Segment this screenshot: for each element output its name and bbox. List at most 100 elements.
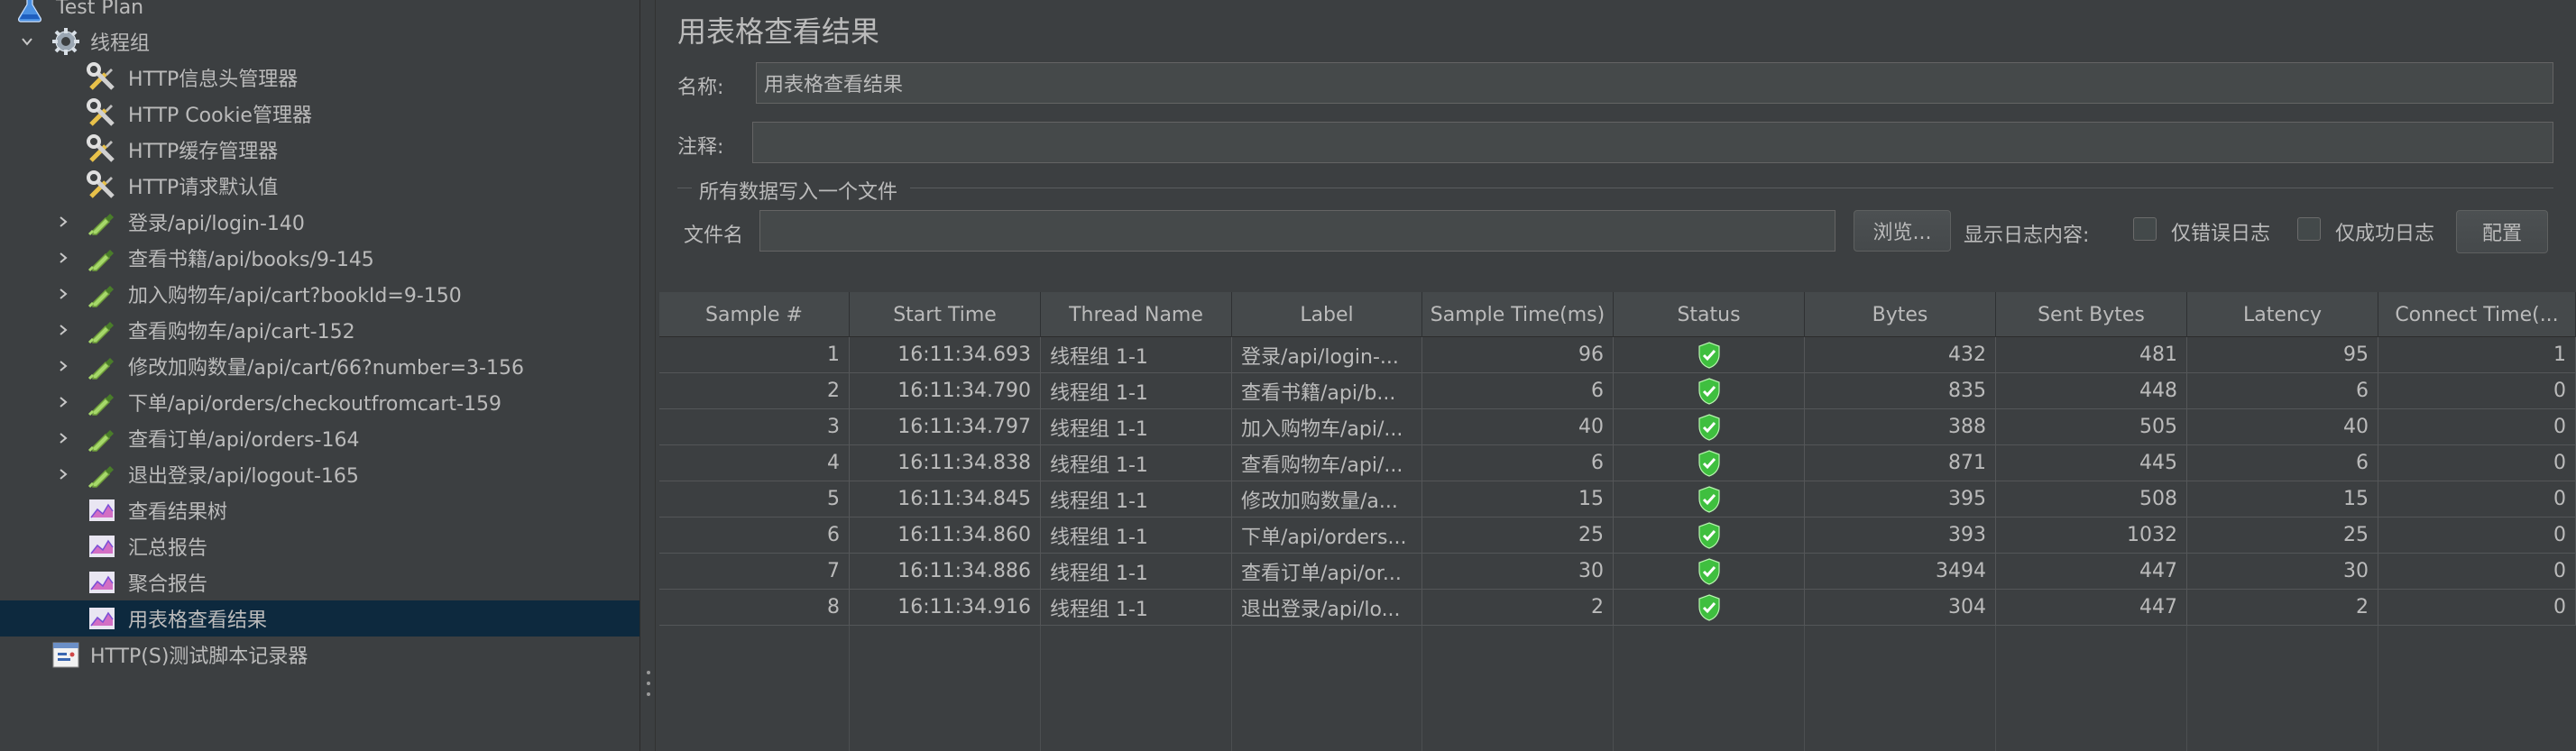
tree-item-request-defaults[interactable]: HTTP请求默认值 (0, 168, 639, 204)
column-header-status[interactable]: Status (1614, 292, 1805, 337)
pipette-icon (85, 385, 119, 419)
tree-item-label: 修改加购数量/api/cart/66?number=3-156 (128, 357, 524, 380)
tree-item-sampler-update-qty[interactable]: 修改加购数量/api/cart/66?number=3-156 (0, 348, 639, 384)
tree-item-sampler-logout[interactable]: 退出登录/api/logout-165 (0, 456, 639, 492)
chevron-right-icon[interactable] (54, 393, 72, 411)
cell-sample: 2 (659, 373, 850, 409)
tree-item-script-recorder[interactable]: HTTP(S)测试脚本记录器 (0, 637, 639, 673)
cell-start-time: 16:11:34.693 (850, 337, 1041, 373)
cell-sample: 4 (659, 445, 850, 481)
comment-field[interactable] (752, 122, 2553, 163)
column-header-sent-bytes[interactable]: Sent Bytes (1996, 292, 2187, 337)
cell-sent-bytes: 508 (1996, 481, 2187, 517)
cell-start-time: 16:11:34.886 (850, 554, 1041, 590)
graph-icon (85, 493, 119, 527)
column-header-latency[interactable]: Latency (2187, 292, 2378, 337)
chevron-down-icon[interactable] (18, 32, 36, 50)
tree-item-view-results-tree[interactable]: 查看结果树 (0, 492, 639, 528)
table-row[interactable]: 6 16:11:34.860 线程组 1-1 下单/api/orders... 25 39… (659, 517, 2576, 554)
tree-item-label: 登录/api/login-140 (128, 213, 305, 235)
chevron-right-icon[interactable] (54, 213, 72, 231)
table-row[interactable]: 3 16:11:34.797 线程组 1-1 加入购物车/api/... 40 388 50… (659, 409, 2576, 445)
cell-latency: 6 (2187, 445, 2378, 481)
chevron-right-icon[interactable] (54, 285, 72, 303)
browse-button[interactable]: 浏览... (1854, 210, 1951, 252)
column-header-connect-time[interactable]: Connect Time(... (2378, 292, 2576, 337)
cell-status (1614, 409, 1805, 445)
tree-item-sampler-login[interactable]: 登录/api/login-140 (0, 204, 639, 240)
chevron-right-icon[interactable] (54, 465, 72, 483)
tree-item-label: 查看购物车/api/cart-152 (128, 321, 355, 343)
tree-item-sampler-orders[interactable]: 查看订单/api/orders-164 (0, 420, 639, 456)
flask-icon (13, 0, 47, 24)
tree-item-cookie-manager[interactable]: HTTP Cookie管理器 (0, 96, 639, 132)
filename-field[interactable] (759, 210, 1835, 252)
tree-item-view-results-table[interactable]: 用表格查看结果 (0, 600, 639, 637)
page-title: 用表格查看结果 (677, 14, 880, 49)
table-row[interactable]: 1 16:11:34.693 线程组 1-1 登录/api/login-... 96 43… (659, 337, 2576, 373)
splitter-handle[interactable] (639, 0, 656, 751)
table-row[interactable]: 5 16:11:34.845 线程组 1-1 修改加购数量/a... 15 395 508 1… (659, 481, 2576, 517)
wrench-screwdriver-icon (85, 60, 119, 95)
tree-item-cache-manager[interactable]: HTTP缓存管理器 (0, 132, 639, 168)
name-field[interactable]: 用表格查看结果 (756, 62, 2553, 104)
chevron-right-icon[interactable] (54, 357, 72, 375)
table-row[interactable]: 7 16:11:34.886 线程组 1-1 查看订单/api/or... 30 3494… (659, 554, 2576, 590)
tree-item-label: 查看结果树 (128, 501, 228, 524)
column-header-sample-time[interactable]: Sample Time(ms) (1422, 292, 1614, 337)
cell-status (1614, 337, 1805, 373)
cell-label: 修改加购数量/a... (1232, 481, 1422, 517)
table-body: 1 16:11:34.693 线程组 1-1 登录/api/login-... 96 43… (659, 337, 2576, 626)
table-row[interactable]: 4 16:11:34.838 线程组 1-1 查看购物车/api/... 6 871 445… (659, 445, 2576, 481)
cell-thread-name: 线程组 1-1 (1041, 373, 1232, 409)
success-only-checkbox[interactable] (2297, 217, 2321, 241)
cell-sample: 3 (659, 409, 850, 445)
tree-item-label: HTTP(S)测试脚本记录器 (90, 646, 308, 668)
tree-item-summary-report[interactable]: 汇总报告 (0, 528, 639, 564)
cell-latency: 40 (2187, 409, 2378, 445)
cell-bytes: 835 (1805, 373, 1996, 409)
column-header-sample[interactable]: Sample # (659, 292, 850, 337)
cell-sent-bytes: 447 (1996, 554, 2187, 590)
column-header-start-time[interactable]: Start Time (850, 292, 1041, 337)
cell-sample: 5 (659, 481, 850, 517)
cell-sample-time: 6 (1422, 445, 1614, 481)
wrench-screwdriver-icon (85, 133, 119, 167)
tree-item-sampler-add-cart[interactable]: 加入购物车/api/cart?bookId=9-150 (0, 276, 639, 312)
cell-sample: 7 (659, 554, 850, 590)
filename-label: 文件名 (684, 224, 744, 247)
column-header-bytes[interactable]: Bytes (1805, 292, 1996, 337)
chevron-right-icon[interactable] (54, 321, 72, 339)
chevron-right-icon[interactable] (54, 249, 72, 267)
tree-item-sampler-view-cart[interactable]: 查看购物车/api/cart-152 (0, 312, 639, 348)
tree-item-thread-group[interactable]: 线程组 (0, 23, 639, 60)
cell-latency: 25 (2187, 517, 2378, 554)
cell-bytes: 393 (1805, 517, 1996, 554)
cell-thread-name: 线程组 1-1 (1041, 337, 1232, 373)
column-header-label[interactable]: Label (1232, 292, 1422, 337)
tree-item-test-plan[interactable]: Test Plan (0, 0, 639, 25)
cell-sample-time: 25 (1422, 517, 1614, 554)
configure-button[interactable]: 配置 (2456, 210, 2548, 253)
table-row[interactable]: 8 16:11:34.916 线程组 1-1 退出登录/api/lo... 2 304 44… (659, 590, 2576, 626)
column-divider (1804, 626, 1805, 751)
graph-icon (85, 529, 119, 563)
pipette-icon (85, 457, 119, 491)
success-only-label: 仅成功日志 (2335, 223, 2435, 245)
cell-thread-name: 线程组 1-1 (1041, 445, 1232, 481)
errors-only-checkbox[interactable] (2133, 217, 2157, 241)
tree-item-header-manager[interactable]: HTTP信息头管理器 (0, 60, 639, 96)
tree-item-sampler-checkout[interactable]: 下单/api/orders/checkoutfromcart-159 (0, 384, 639, 420)
shield-check-icon (1697, 413, 1721, 441)
tree-item-aggregate-report[interactable]: 聚合报告 (0, 564, 639, 600)
cell-status (1614, 590, 1805, 626)
shield-check-icon (1697, 449, 1721, 477)
shield-check-icon (1697, 521, 1721, 549)
table-row[interactable]: 2 16:11:34.790 线程组 1-1 查看书籍/api/b... 6 835 448… (659, 373, 2576, 409)
column-header-thread-name[interactable]: Thread Name (1041, 292, 1232, 337)
tree-item-label: 查看订单/api/orders-164 (128, 429, 360, 452)
cell-label: 查看书籍/api/b... (1232, 373, 1422, 409)
chevron-right-icon[interactable] (54, 429, 72, 447)
tree-item-sampler-books[interactable]: 查看书籍/api/books/9-145 (0, 240, 639, 276)
cell-sample: 8 (659, 590, 850, 626)
